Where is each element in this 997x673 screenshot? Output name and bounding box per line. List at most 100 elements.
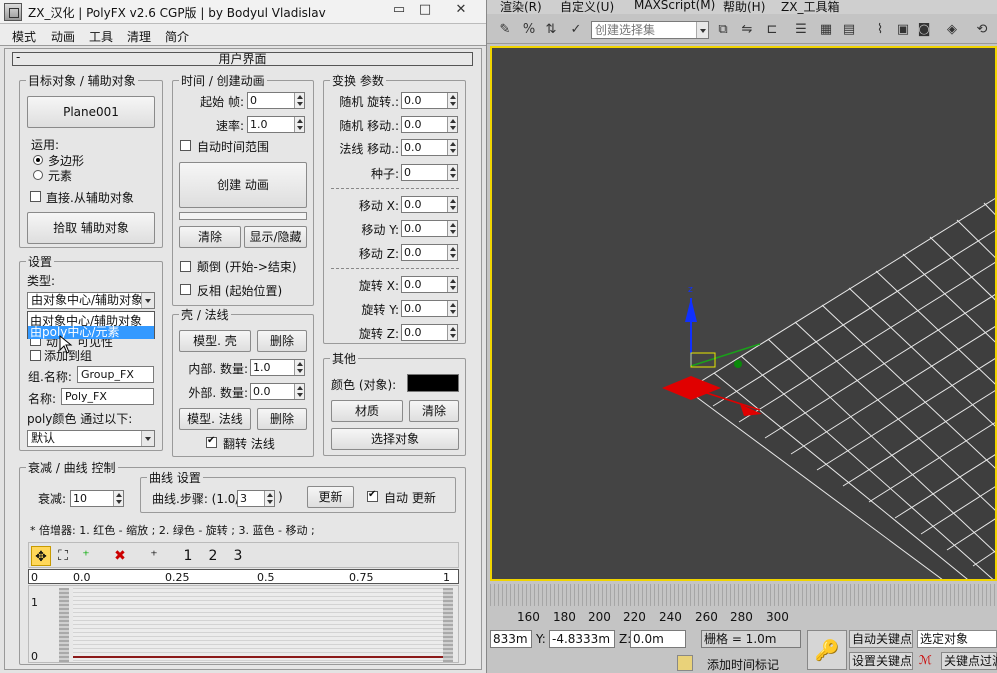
pick-helper-button[interactable]: 拾取 辅助对象 [27,212,155,244]
scene-explorer-icon[interactable]: ▦ [817,21,835,39]
menu-about[interactable]: 简介 [165,28,189,45]
normal-move-spinner[interactable]: 0.0 [401,139,458,156]
menu-tools[interactable]: 工具 [89,28,113,45]
layer-manager-icon[interactable]: ☰ [792,21,810,39]
delete-point-icon[interactable]: ✖ [111,546,129,566]
select-objects-button[interactable]: 选择对象 [331,428,459,450]
key-filters-button[interactable]: 关键点过滤 [941,652,997,670]
menu-animation[interactable]: 动画 [51,28,75,45]
graphite-icon[interactable]: ▤ [840,21,858,39]
move-z-spinner[interactable]: 0.0 [401,244,458,261]
spinner-snap-icon[interactable]: ⇅ [542,21,560,39]
falloff-spinner[interactable]: 10 [70,490,124,507]
curve-graph[interactable]: 1 0 [28,585,459,663]
close-button[interactable]: ✕ [446,0,476,22]
show-hide-button[interactable]: 显示/隐藏 [244,226,307,248]
rand-move-spinner[interactable]: 0.0 [401,116,458,133]
rot-x-spinner[interactable]: 0.0 [401,276,458,293]
spinner-arrows-icon[interactable] [447,325,457,340]
spinner-arrows-icon[interactable] [447,197,457,212]
reverse-checkbox[interactable] [180,261,191,272]
max-menu-help[interactable]: 帮助(H) [723,0,765,14]
mirror-axis-icon[interactable]: ⇋ [738,21,756,39]
add-time-tag-label[interactable]: 添加时间标记 [707,656,779,673]
spinner-arrows-icon[interactable] [447,165,457,180]
name-input[interactable]: Poly_FX [61,388,154,405]
max-menu-render[interactable]: 渲染(R) [500,0,542,14]
percent-snap-icon[interactable]: % [520,21,538,39]
spinner-arrows-icon[interactable] [447,221,457,236]
selection-set-select[interactable]: 创建选择集 [591,21,709,39]
menu-mode[interactable]: 模式 [12,28,36,45]
curve-right-handle[interactable] [443,588,453,662]
target-object-button[interactable]: Plane001 [27,96,155,128]
z-coordinate-field[interactable]: 0.0m [630,630,686,648]
render-frame-icon[interactable]: ⟲ [973,21,991,39]
add-point-icon[interactable]: ⁺ [77,546,95,566]
move-x-spinner[interactable]: 0.0 [401,196,458,213]
spinner-arrows-icon[interactable] [447,117,457,132]
start-frame-spinner[interactable]: 0 [247,92,305,109]
delete-normal-button[interactable]: 删除 [257,408,307,430]
clear-button[interactable]: 清除 [179,226,241,248]
curve-3-button[interactable]: 3 [231,546,245,566]
key-filter-icon[interactable]: ℳ [919,653,932,667]
spinner-arrows-icon[interactable] [447,301,457,316]
radio-element[interactable] [33,170,43,180]
material-editor-icon[interactable]: ◙ [915,21,933,39]
delete-shell-button[interactable]: 删除 [257,330,307,352]
curve-2-button[interactable]: 2 [206,546,220,566]
y-coordinate-field[interactable]: -4.8333m [549,630,615,648]
timeline-track[interactable] [490,584,997,606]
teapot-icon[interactable]: ✎ [496,21,514,39]
move-point-icon[interactable]: ✥ [31,546,51,566]
x-coordinate-field[interactable]: 833m [490,630,532,648]
spinner-arrows-icon[interactable] [294,360,304,375]
poly-color-select[interactable]: 默认 [27,430,155,447]
curve-line[interactable] [73,656,443,658]
curve-editor-icon[interactable]: ⌇ [871,21,889,39]
update-button[interactable]: 更新 [307,486,354,508]
model-normal-button[interactable]: 模型. 法线 [179,408,251,430]
rand-rot-spinner[interactable]: 0.0 [401,92,458,109]
auto-update-checkbox[interactable] [367,489,378,502]
inner-amount-spinner[interactable]: 1.0 [250,359,305,376]
schematic-view-icon[interactable]: ▣ [894,21,912,39]
outer-amount-spinner[interactable]: 0.0 [250,383,305,400]
auto-time-checkbox[interactable] [180,140,191,151]
perspective-viewport[interactable]: z [490,46,997,581]
rot-z-spinner[interactable]: 0.0 [401,324,458,341]
curve-1-button[interactable]: 1 [181,546,195,566]
spinner-arrows-icon[interactable] [294,384,304,399]
curve-left-handle[interactable] [59,588,69,662]
direct-helper-checkbox[interactable] [30,191,41,202]
rollout-header[interactable]: - 用户界面 [12,50,473,66]
timeline[interactable]: 160 180 200 220 240 260 280 300 [487,584,997,626]
spinner-arrows-icon[interactable] [294,117,304,132]
dropdown-option-selected[interactable]: 由poly中心/元素 [28,326,154,339]
curve-step-spinner[interactable]: 3 [237,490,275,507]
menu-cleanup[interactable]: 清理 [127,28,151,45]
mirror-icon[interactable]: ⧉ [714,21,732,39]
spinner-arrows-icon[interactable] [447,93,457,108]
type-select[interactable]: 由对象中心/辅助对象 [27,292,155,309]
move-y-spinner[interactable]: 0.0 [401,220,458,237]
add-to-group-checkbox[interactable] [30,350,41,361]
max-menu-zx-toolbox[interactable]: ZX_工具箱 [781,0,839,14]
radio-polygon[interactable] [33,155,43,165]
spinner-arrows-icon[interactable] [447,140,457,155]
time-tag-icon[interactable] [677,655,693,671]
max-menu-customize[interactable]: 自定义(U) [560,0,614,14]
object-color-swatch[interactable] [407,374,459,392]
auto-key-button[interactable]: 自动关键点 [849,630,913,648]
create-animation-button[interactable]: 创建 动画 [179,162,307,208]
flip-normal-checkbox[interactable] [206,435,217,448]
align-icon[interactable]: ⊏ [763,21,781,39]
spinner-arrows-icon[interactable] [264,491,274,506]
spinner-arrows-icon[interactable] [113,491,123,506]
spinner-arrows-icon[interactable] [294,93,304,108]
rot-y-spinner[interactable]: 0.0 [401,300,458,317]
model-shell-button[interactable]: 模型. 壳 [179,330,251,352]
spinner-arrows-icon[interactable] [447,277,457,292]
speed-spinner[interactable]: 1.0 [247,116,305,133]
